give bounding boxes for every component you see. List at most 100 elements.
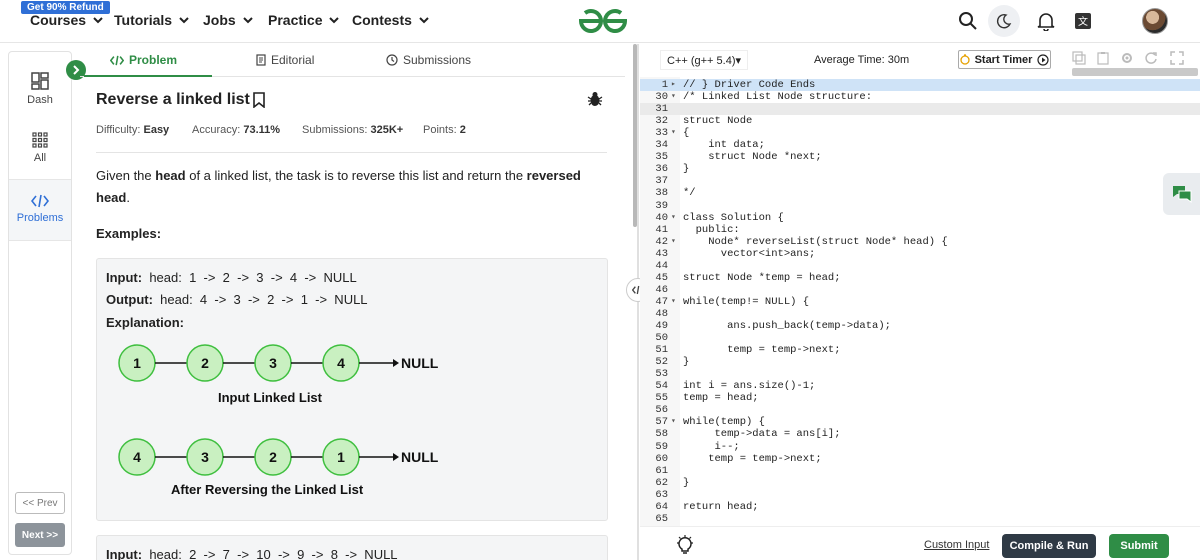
nav-jobs[interactable]: Jobs: [203, 12, 254, 28]
code-line[interactable]: 43 vector<int>ans;: [640, 248, 1200, 260]
rail-item-all[interactable]: All: [9, 132, 71, 164]
code-line[interactable]: 65: [640, 513, 1200, 525]
code-line[interactable]: 46: [640, 284, 1200, 296]
code-line[interactable]: 51 temp = temp->next;: [640, 344, 1200, 356]
bell-icon[interactable]: [1034, 9, 1058, 33]
dark-mode-toggle[interactable]: [988, 5, 1020, 37]
code-line[interactable]: 57 ▾ while(temp) {: [640, 416, 1200, 428]
editor-horizontal-scrollbar[interactable]: [1072, 68, 1198, 76]
nav-practice[interactable]: Practice: [268, 12, 340, 28]
code-line[interactable]: 54 int i = ans.size()-1;: [640, 380, 1200, 392]
custom-input-link[interactable]: Custom Input: [924, 539, 989, 551]
code-line[interactable]: 53: [640, 368, 1200, 380]
code-line[interactable]: 39: [640, 200, 1200, 212]
paste-icon[interactable]: [1096, 51, 1110, 65]
bookmark-icon[interactable]: [252, 92, 266, 108]
code-line[interactable]: 59 i--;: [640, 441, 1200, 453]
line-number: 38: [655, 187, 668, 200]
avatar[interactable]: [1142, 8, 1168, 34]
code-line[interactable]: 42 ▾ Node* reverseList(struct Node* head)…: [640, 236, 1200, 248]
fold-toggle-icon[interactable]: ▾: [671, 236, 676, 248]
prev-button[interactable]: << Prev: [15, 492, 65, 514]
language-select[interactable]: C++ (g++ 5.4)▾: [660, 50, 749, 70]
code-line[interactable]: 58 temp->data = ans[i];: [640, 428, 1200, 440]
problem-panel: Reverse a linked list Difficulty: Easy A…: [80, 77, 625, 560]
gfg-logo-icon[interactable]: [577, 6, 629, 36]
code-line[interactable]: 30 ▾ /* Linked List Node structure:: [640, 91, 1200, 103]
nav-courses[interactable]: Courses: [30, 12, 104, 28]
start-timer-button[interactable]: Start Timer: [958, 50, 1051, 69]
fold-toggle-icon[interactable]: ▾: [671, 212, 676, 224]
compile-run-button[interactable]: Compile & Run: [1002, 534, 1096, 558]
code-text: }: [683, 356, 690, 369]
nav-contests[interactable]: Contests: [352, 12, 430, 28]
tab-problem[interactable]: Problem: [110, 53, 177, 67]
tab-editorial-label: Editorial: [271, 53, 315, 67]
problem-scrollbar[interactable]: [633, 44, 637, 227]
chat-button[interactable]: [1163, 173, 1200, 215]
code-line[interactable]: 64 return head;: [640, 501, 1200, 513]
settings-icon[interactable]: [1120, 51, 1134, 65]
lightbulb-icon[interactable]: [676, 535, 694, 555]
code-line[interactable]: 37: [640, 175, 1200, 187]
translate-icon[interactable]: 文: [1071, 9, 1095, 33]
fold-toggle-icon[interactable]: ▾: [671, 127, 676, 139]
line-number: 40: [655, 211, 668, 224]
code-line[interactable]: 62}: [640, 477, 1200, 489]
code-line[interactable]: 47 ▾ while(temp!= NULL) {: [640, 296, 1200, 308]
top-navbar: Get 90% Refund Courses Tutorials Jobs Pr…: [0, 0, 1200, 43]
fold-toggle-icon[interactable]: ▾: [671, 91, 676, 103]
code-line[interactable]: 40 ▾ class Solution {: [640, 212, 1200, 224]
null-label: NULL: [401, 355, 439, 371]
code-line[interactable]: 60 temp = temp->next;: [640, 453, 1200, 465]
code-line[interactable]: 36}: [640, 163, 1200, 175]
nav-tutorials[interactable]: Tutorials: [114, 12, 190, 28]
fold-toggle-icon[interactable]: ▸: [671, 79, 676, 91]
code-line[interactable]: 32 struct Node: [640, 115, 1200, 127]
code-line[interactable]: 61: [640, 465, 1200, 477]
tab-submissions[interactable]: Submissions: [386, 53, 471, 67]
code-line[interactable]: 56: [640, 404, 1200, 416]
code-line[interactable]: 55 temp = head;: [640, 392, 1200, 404]
code-line[interactable]: 38 */: [640, 187, 1200, 199]
line-number: 48: [655, 307, 668, 320]
code-line[interactable]: 34 int data;: [640, 139, 1200, 151]
accuracy-value: 73.11%: [243, 124, 281, 136]
reset-icon[interactable]: [1144, 51, 1158, 65]
code-line[interactable]: 45 struct Node *temp = head;: [640, 272, 1200, 284]
submit-button[interactable]: Submit: [1109, 534, 1169, 558]
code-text: temp->data = ans[i];: [683, 428, 841, 441]
fold-toggle-icon[interactable]: ▾: [671, 416, 676, 428]
code-line[interactable]: 52}: [640, 356, 1200, 368]
code-text: }: [683, 163, 690, 176]
tab-editorial[interactable]: Editorial: [256, 53, 314, 67]
line-number: 63: [655, 488, 668, 501]
code-editor[interactable]: 1 ▸// } Driver Code Ends 30 ▾/* Linked List…: [640, 77, 1200, 526]
linked-list-diagram: 1 2 3 4 NULL 4 3 2 1 NULL: [118, 344, 439, 476]
code-line[interactable]: 1 ▸ // } Driver Code Ends: [640, 79, 1200, 91]
code-line[interactable]: 63: [640, 489, 1200, 501]
code-line[interactable]: 48: [640, 308, 1200, 320]
language-value: C++ (g++ 5.4): [667, 55, 736, 67]
fold-toggle-icon[interactable]: ▾: [671, 296, 676, 308]
code-line[interactable]: 41 public:: [640, 224, 1200, 236]
code-line[interactable]: 49 ans.push_back(temp->data);: [640, 320, 1200, 332]
code-line[interactable]: 50: [640, 332, 1200, 344]
line-number: 41: [655, 223, 668, 236]
fullscreen-icon[interactable]: [1170, 51, 1184, 65]
rail-item-problems[interactable]: Problems: [9, 179, 71, 241]
next-button[interactable]: Next >>: [15, 523, 65, 547]
line-number: 43: [655, 247, 668, 260]
code-line[interactable]: 44: [640, 260, 1200, 272]
line-number: 61: [655, 464, 668, 477]
search-icon[interactable]: [956, 9, 980, 33]
desc-text: of a linked list, the task is to reverse…: [185, 168, 527, 183]
code-line[interactable]: 31: [640, 103, 1200, 116]
bug-report-icon[interactable]: [587, 91, 603, 107]
dashboard-icon: [31, 72, 49, 90]
copy-icon[interactable]: [1072, 51, 1086, 65]
code-line[interactable]: 35 struct Node *next;: [640, 151, 1200, 163]
code-line[interactable]: 33 ▾ {: [640, 127, 1200, 139]
difficulty-label: Difficulty:: [96, 124, 141, 136]
rail-item-dash[interactable]: Dash: [9, 72, 71, 106]
